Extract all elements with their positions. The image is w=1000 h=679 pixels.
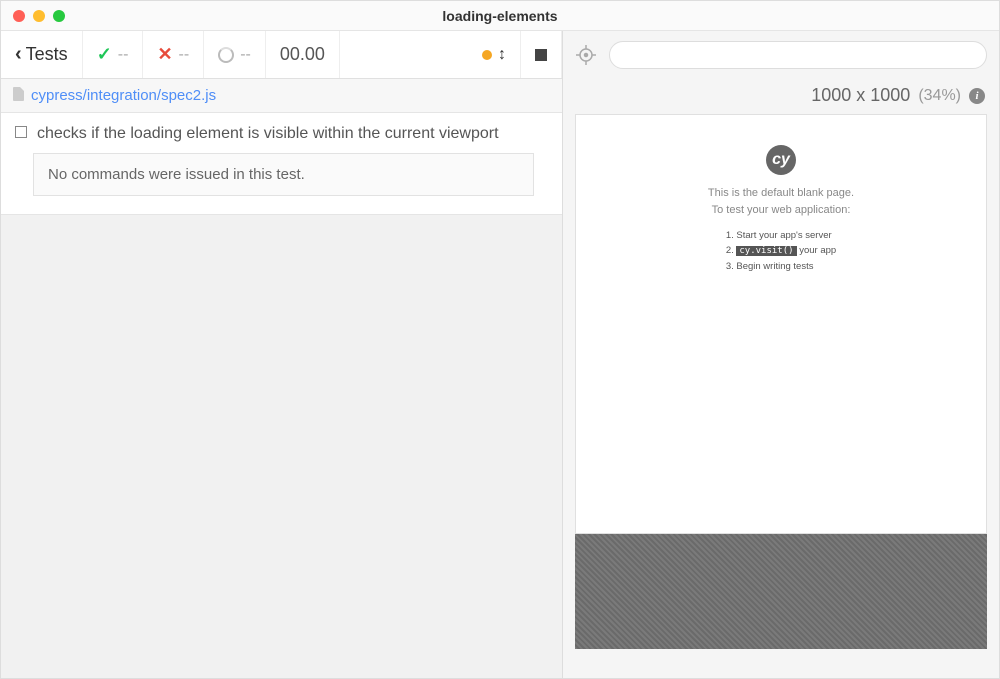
auto-scroll-toggle[interactable]: ↕ — [468, 31, 521, 78]
window-minimize-icon[interactable] — [33, 10, 45, 22]
titlebar: loading-elements — [1, 1, 999, 31]
window-close-icon[interactable] — [13, 10, 25, 22]
tests-label: Tests — [26, 44, 68, 65]
spec-path-row[interactable]: cypress/integration/spec2.js — [1, 79, 562, 113]
aut-iframe: cy This is the default blank page. To te… — [575, 114, 987, 534]
stop-button[interactable] — [521, 31, 562, 78]
info-icon[interactable]: i — [969, 88, 985, 104]
reporter-panel: ‹ Tests ✓ -- ✕ -- -- 00.00 ↕ — [1, 31, 563, 678]
url-bar-row — [563, 31, 999, 79]
no-commands-message: No commands were issued in this test. — [33, 153, 534, 196]
timer: 00.00 — [266, 31, 340, 78]
cypress-logo-icon: cy — [766, 145, 796, 175]
viewport-scale: (34%) — [918, 87, 961, 105]
window-title: loading-elements — [1, 8, 999, 24]
pending-count: -- — [204, 31, 266, 78]
spinner-icon — [218, 47, 234, 63]
aut-overflow-area — [575, 534, 987, 649]
test-title: checks if the loading element is visible… — [37, 123, 499, 145]
resize-vertical-icon: ↕ — [498, 46, 506, 64]
url-input[interactable] — [609, 41, 987, 69]
traffic-lights — [1, 10, 65, 22]
viewport-dimensions: 1000 x 1000 — [811, 85, 910, 106]
stats-bar: ‹ Tests ✓ -- ✕ -- -- 00.00 ↕ — [1, 31, 562, 79]
aut-panel: 1000 x 1000 (34%) i cy This is the defau… — [563, 31, 999, 678]
check-icon: ✓ — [97, 44, 112, 65]
selector-playground-button[interactable] — [575, 44, 597, 66]
tests-back-button[interactable]: ‹ Tests — [1, 31, 83, 78]
stop-icon — [535, 49, 547, 61]
chevron-left-icon: ‹ — [15, 43, 22, 66]
test-status-icon — [15, 126, 27, 138]
failed-count: ✕ -- — [143, 31, 204, 78]
blank-page-steps: 1. Start your app's server 2. cy.visit()… — [726, 228, 836, 274]
orange-dot-icon — [482, 50, 492, 60]
window-maximize-icon[interactable] — [53, 10, 65, 22]
viewport-info: 1000 x 1000 (34%) i — [563, 79, 999, 114]
spec-path-link: cypress/integration/spec2.js — [31, 87, 216, 104]
file-icon — [13, 87, 25, 104]
blank-page-text: This is the default blank page. To test … — [708, 185, 854, 218]
passed-count: ✓ -- — [83, 31, 144, 78]
preview-area: cy This is the default blank page. To te… — [563, 114, 999, 678]
x-icon: ✕ — [157, 44, 172, 65]
test-item[interactable]: checks if the loading element is visible… — [1, 113, 562, 215]
